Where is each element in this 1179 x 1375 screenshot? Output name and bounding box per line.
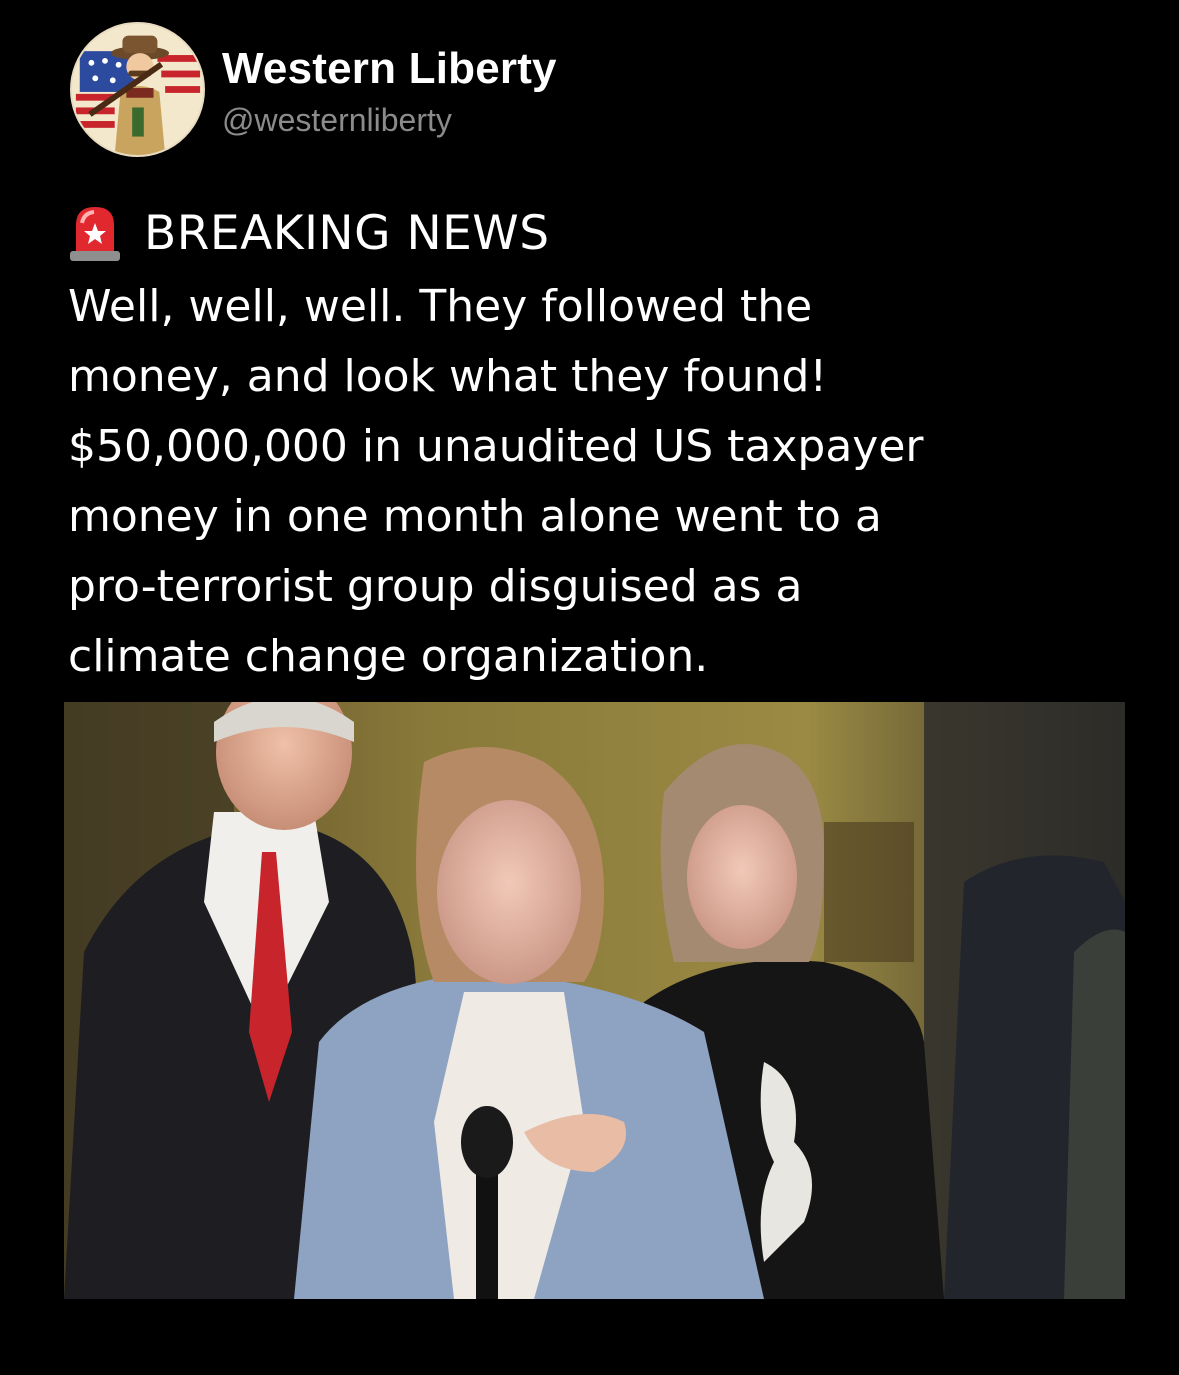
post-line: money, and look what they found! xyxy=(68,351,828,402)
post-line: pro-terrorist group disguised as a xyxy=(68,561,803,612)
patriot-cartoon-avatar-icon xyxy=(72,24,203,155)
post-line: Well, well, well. They followed the xyxy=(68,281,813,332)
post-line: climate change organization. xyxy=(68,631,709,682)
social-post: Western Liberty @westernliberty BREAKING… xyxy=(0,0,1179,1375)
account-handle[interactable]: @westernliberty xyxy=(222,102,452,139)
headline-row: BREAKING NEWS xyxy=(68,200,550,266)
video-still[interactable] xyxy=(64,702,1125,1299)
account-name[interactable]: Western Liberty xyxy=(222,44,557,94)
breaking-news-label: BREAKING NEWS xyxy=(144,205,550,261)
account-avatar[interactable] xyxy=(70,22,205,157)
press-conference-photo xyxy=(64,702,1125,1299)
post-line: $50,000,000 in unaudited US taxpayer xyxy=(68,421,924,472)
post-line: money in one month alone went to a xyxy=(68,491,882,542)
post-body-text: Well, well, well. They followed the mone… xyxy=(68,272,1128,692)
police-siren-icon xyxy=(68,203,122,263)
